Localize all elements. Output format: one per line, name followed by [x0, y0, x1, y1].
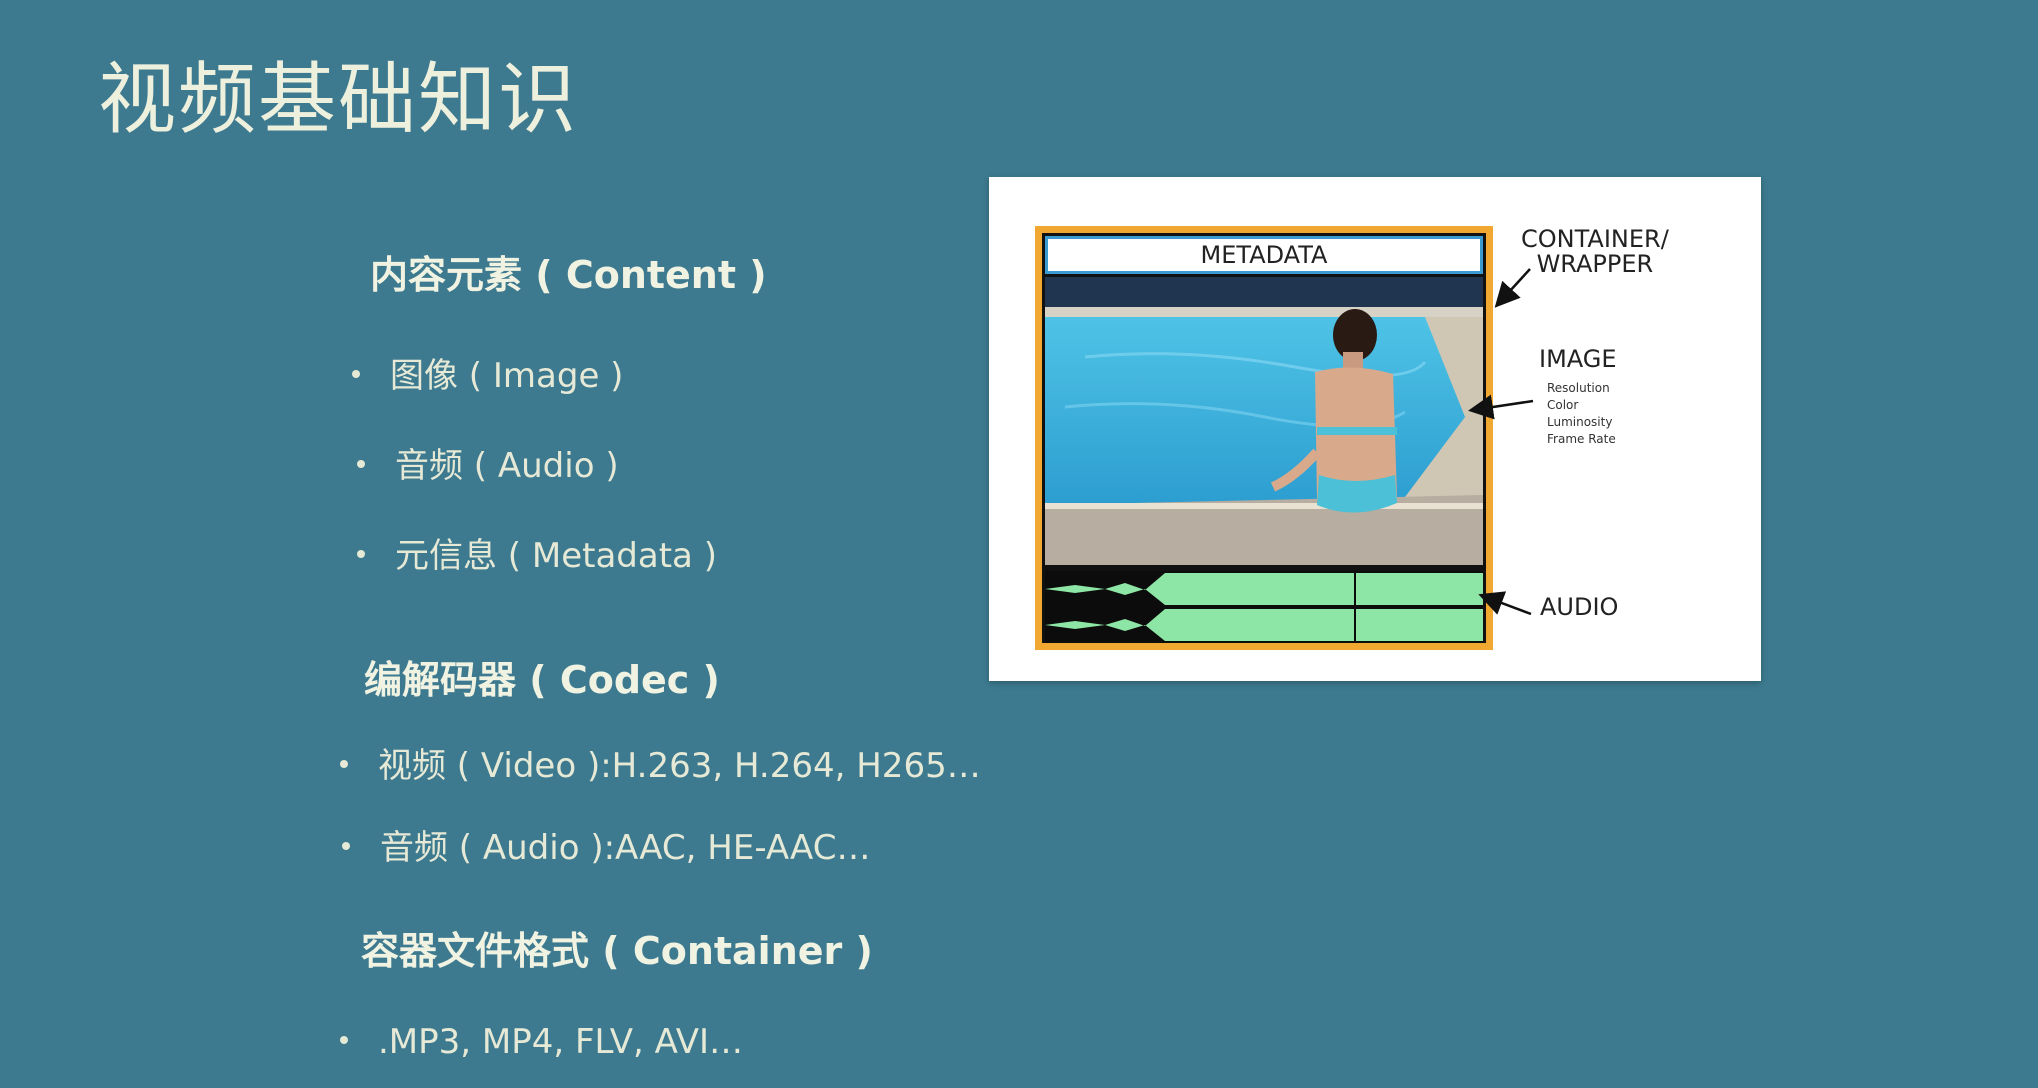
bullet-icon — [340, 1035, 348, 1044]
list-item: 图像 ( Image ) — [352, 348, 623, 397]
content-heading: 内容元素 ( Content ) — [370, 253, 767, 297]
bullet-icon — [340, 759, 348, 768]
list-item: 音频 ( Audio ):AAC, HE-AAC… — [342, 820, 870, 869]
list-item: 视频 ( Video ):H.263, H.264, H265… — [340, 738, 981, 787]
bullet-icon — [357, 549, 365, 558]
container-heading: 容器文件格式 ( Container ) — [361, 929, 873, 973]
bullet-icon — [352, 369, 360, 378]
diagram-arrows — [1468, 268, 1534, 616]
slide-title: 视频基础知识 — [98, 55, 579, 145]
image-arrow — [1468, 394, 1534, 420]
list-item: 元信息 ( Metadata ) — [357, 528, 717, 577]
list-item: .MP3, MP4, FLV, AVI… — [340, 1022, 743, 1062]
audio-arrow — [1478, 591, 1532, 616]
container-arrow — [1494, 268, 1531, 308]
bullet-icon — [342, 841, 350, 850]
video-structure-diagram: METADATA CONTAINER/ WRAPPER IMAGE Resolu… — [989, 177, 1761, 681]
list-item: 音频 ( Audio ) — [357, 438, 619, 487]
codec-heading: 编解码器 ( Codec ) — [364, 658, 720, 702]
bullet-icon — [357, 459, 365, 468]
